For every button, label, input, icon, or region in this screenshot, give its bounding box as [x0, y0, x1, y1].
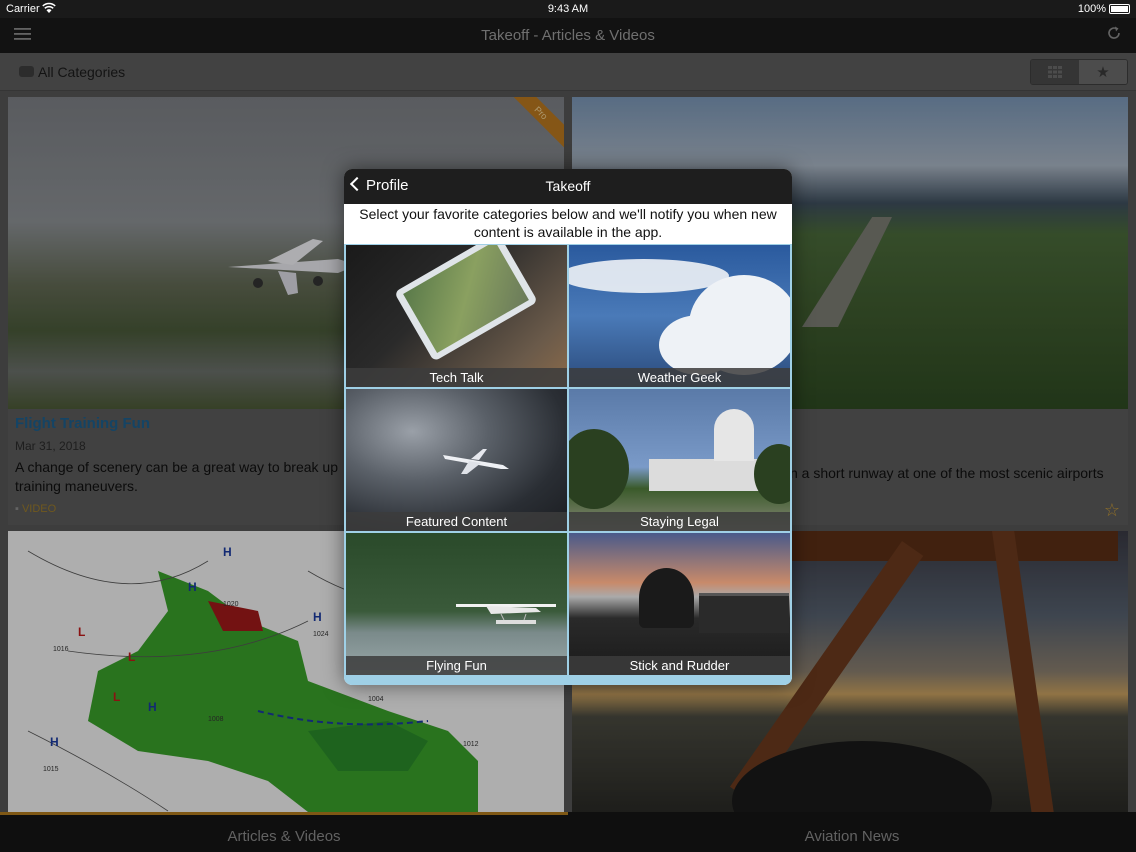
- category-label: Flying Fun: [346, 656, 567, 675]
- cloud-image: [659, 315, 739, 375]
- category-tile-featured-content[interactable]: Featured Content: [346, 389, 567, 531]
- category-label: Staying Legal: [569, 512, 790, 531]
- modal-intro-text: Select your favorite categories below an…: [359, 206, 777, 240]
- seaplane-image: [456, 604, 556, 624]
- clock: 9:43 AM: [547, 3, 589, 15]
- tree-image: [754, 444, 790, 504]
- pilot-image: [639, 568, 694, 628]
- category-image: [346, 389, 567, 531]
- modal-title: Takeoff: [545, 178, 591, 194]
- battery-icon: [1109, 4, 1130, 14]
- category-image: [569, 245, 790, 387]
- capitol-dome-image: [714, 409, 754, 461]
- battery-percent: 100%: [1077, 3, 1106, 15]
- category-tile-staying-legal[interactable]: Staying Legal: [569, 389, 790, 531]
- category-label: Tech Talk: [346, 368, 567, 387]
- modal-header: Profile Takeoff: [344, 169, 792, 204]
- category-image: [569, 389, 790, 531]
- category-tile-weather-geek[interactable]: Weather Geek: [569, 245, 790, 387]
- category-tile-stick-and-rudder[interactable]: Stick and Rudder: [569, 533, 790, 675]
- tree-image: [569, 429, 629, 509]
- category-image: [346, 245, 567, 387]
- instrument-panel-image: [699, 593, 789, 633]
- category-label: Stick and Rudder: [569, 656, 790, 675]
- category-picker-modal: Profile Takeoff Select your favorite cat…: [344, 169, 792, 685]
- category-label: Weather Geek: [569, 368, 790, 387]
- category-label: Featured Content: [346, 512, 567, 531]
- tablet-image: [394, 245, 538, 362]
- category-tile-tech-talk[interactable]: Tech Talk: [346, 245, 567, 387]
- jet-image: [443, 449, 509, 474]
- category-grid: Tech Talk Weather Geek Featured Content: [344, 244, 792, 685]
- category-image: [569, 533, 790, 675]
- status-bar: Carrier 9:43 AM 100%: [0, 0, 1136, 18]
- category-image: [346, 533, 567, 675]
- category-tile-flying-fun[interactable]: Flying Fun: [346, 533, 567, 675]
